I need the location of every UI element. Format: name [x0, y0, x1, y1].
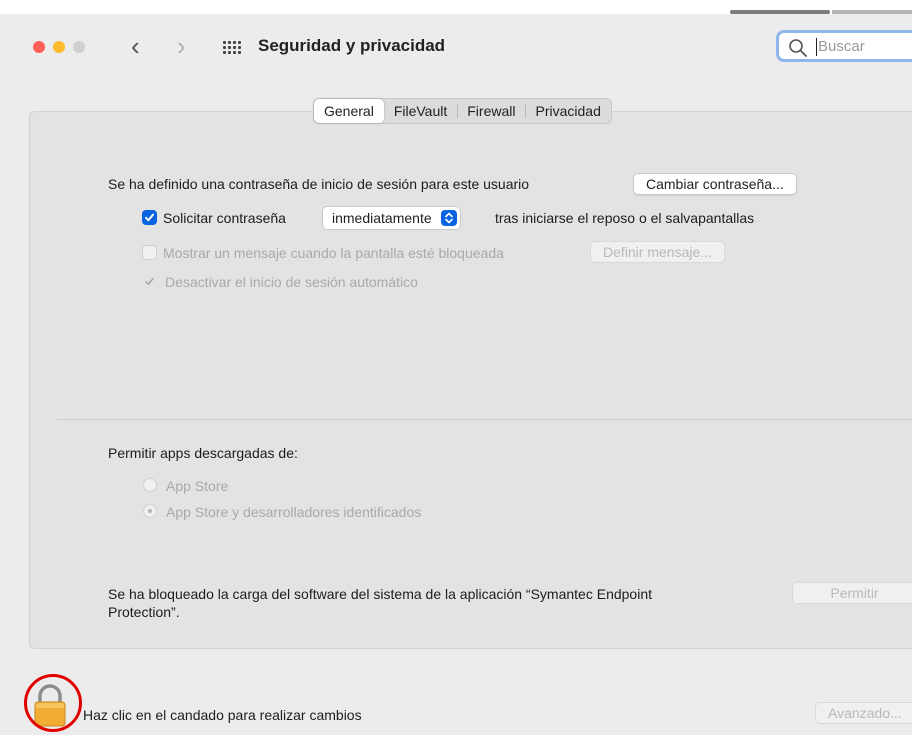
window-title: Seguridad y privacidad [258, 36, 446, 55]
tab-filevault[interactable]: FileVault [384, 99, 457, 123]
text-caret [816, 38, 817, 56]
change-password-button[interactable]: Cambiar contraseña... [633, 173, 797, 195]
chevron-up-down-icon [440, 210, 457, 226]
tab-privacidad[interactable]: Privacidad [525, 99, 610, 123]
require-password-checkbox[interactable] [142, 210, 157, 225]
search-input[interactable]: Buscar [776, 30, 912, 62]
set-message-button[interactable]: Definir mensaje... [590, 241, 725, 263]
search-placeholder: Buscar [818, 38, 865, 55]
search-icon [789, 39, 807, 57]
allow-button[interactable]: Permitir [792, 582, 912, 604]
require-password-label: Solicitar contraseña [163, 210, 286, 226]
disable-autologin-label: Desactivar el inicio de sesión automátic… [165, 274, 418, 290]
section-divider [57, 419, 912, 420]
tab-firewall[interactable]: Firewall [457, 99, 525, 123]
lock-instruction-text: Haz clic en el candado para realizar cam… [83, 707, 362, 723]
advanced-button[interactable]: Avanzado... [815, 702, 912, 724]
radio-app-store-identified[interactable] [143, 504, 157, 518]
show-message-checkbox[interactable] [142, 245, 157, 260]
radio-app-store-identified-label: App Store y desarrolladores identificado… [166, 504, 422, 520]
title-bar: ‹ › Seguridad y privacidad Buscar [0, 14, 912, 78]
require-password-delay-select[interactable]: inmediatamente [322, 206, 461, 230]
zoom-window-button[interactable] [73, 41, 85, 53]
chevron-right-icon[interactable]: › [177, 31, 186, 61]
grid-icon[interactable] [223, 41, 241, 54]
disable-autologin-checkbox[interactable] [142, 274, 157, 289]
close-window-button[interactable] [33, 41, 45, 53]
tab-general[interactable]: General [314, 99, 384, 123]
show-message-label: Mostrar un mensaje cuando la pantalla es… [163, 245, 504, 261]
require-password-delay-value: inmediatamente [332, 210, 432, 226]
radio-app-store[interactable] [143, 478, 157, 492]
tab-bar: General FileVault Firewall Privacidad [313, 98, 612, 124]
require-password-after-text: tras iniciarse el reposo o el salvapanta… [495, 210, 755, 226]
screen-top-strip [0, 0, 912, 14]
chevron-left-icon[interactable]: ‹ [131, 31, 140, 61]
blocked-software-text-line1: Se ha bloqueado la carga del software de… [108, 586, 652, 602]
password-set-text: Se ha definido una contraseña de inicio … [108, 176, 530, 192]
minimize-window-button[interactable] [53, 41, 65, 53]
blocked-software-text-line2: Protection”. [108, 604, 180, 620]
annotation-circle [24, 674, 82, 732]
checkmark-icon [145, 213, 154, 222]
allow-apps-heading: Permitir apps descargadas de: [108, 445, 298, 461]
checkmark-icon [145, 277, 154, 285]
radio-app-store-label: App Store [166, 478, 229, 494]
